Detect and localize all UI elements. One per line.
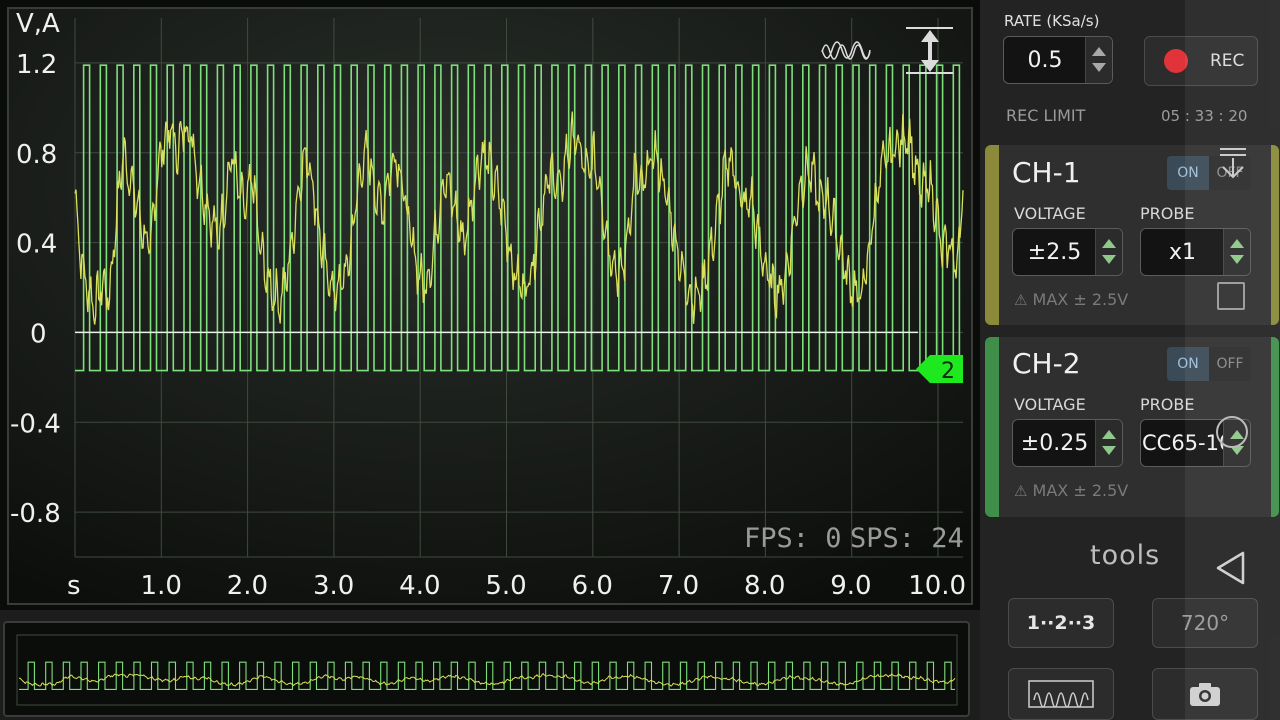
channel-2-voltage-arrows[interactable] — [1095, 420, 1122, 466]
rate-label: RATE (KSa/s) — [1004, 12, 1100, 30]
x-tick-label: 6.0 — [572, 571, 613, 601]
rate-stepper-arrows[interactable] — [1085, 37, 1112, 83]
x-tick-label: 9.0 — [830, 571, 871, 601]
channel-1-voltage-value: ±2.5 — [1027, 239, 1082, 265]
rec-label: REC — [1210, 51, 1245, 71]
x-tick-label: 7.0 — [658, 571, 699, 601]
channel-1-on[interactable]: ON — [1167, 156, 1209, 190]
warning-icon: ⚠ — [1014, 291, 1028, 309]
y-tick-label: -0.4 — [10, 409, 61, 439]
record-icon — [1164, 49, 1188, 73]
x-axis-unit: s — [67, 571, 81, 601]
channel-1-color-stripe — [985, 145, 999, 325]
y-tick-label: 0 — [30, 319, 47, 349]
channel-1-probe-arrows[interactable] — [1223, 229, 1250, 275]
channel-2-voltage-spinner[interactable]: ±0.25 — [1012, 419, 1123, 467]
screenshot-button[interactable] — [1152, 668, 1258, 720]
y-tick-label: 1.2 — [16, 50, 57, 80]
x-tick-label: 4.0 — [399, 571, 440, 601]
x-tick-label: 8.0 — [744, 571, 785, 601]
x-tick-label: 1.0 — [141, 571, 182, 601]
channel-1-voltage-spinner[interactable]: ±2.5 — [1012, 228, 1123, 276]
rec-limit-label: REC LIMIT — [1006, 106, 1086, 125]
y-tick-label: -0.8 — [10, 499, 61, 529]
overview-strip[interactable] — [3, 621, 970, 717]
channel-1-voltage-arrows[interactable] — [1095, 229, 1122, 275]
channel-1-max: ⚠ MAX ± 2.5V — [1014, 290, 1129, 309]
square-wave-icon — [1028, 680, 1094, 708]
x-tick-label: 5.0 — [485, 571, 526, 601]
rate-value: 0.5 — [1027, 47, 1063, 73]
plot-frame — [7, 7, 973, 605]
channel-2-voltage-label: VOLTAGE — [1014, 395, 1086, 414]
back-triangle-icon[interactable] — [1215, 551, 1247, 585]
sps-readout: SPS: 24 — [850, 523, 964, 554]
circle-icon[interactable] — [1216, 416, 1248, 448]
collapse-panel-icon[interactable] — [1218, 146, 1248, 180]
channel-2-off[interactable]: OFF — [1209, 347, 1251, 381]
rate-spinner[interactable]: 0.5 — [1003, 36, 1113, 84]
channel-2-probe-label: PROBE — [1140, 395, 1195, 414]
rec-limit-value[interactable]: 05 : 33 : 20 — [1161, 107, 1247, 125]
channel-2-on-off-toggle[interactable]: ON OFF — [1167, 347, 1251, 381]
y-tick-label: 0.4 — [16, 230, 57, 260]
overview-channel-2-trace — [19, 661, 955, 690]
channel-1-voltage-label: VOLTAGE — [1014, 204, 1086, 223]
rotate-720-button[interactable]: 720° — [1152, 598, 1258, 648]
channel-1-probe-value: x1 — [1168, 239, 1197, 265]
waveform-mode-button[interactable] — [1008, 668, 1114, 720]
y-tick-label: 0.8 — [16, 140, 57, 170]
tools-label: tools — [1090, 540, 1161, 571]
channel-2-probe-value: CC65-10 — [1142, 431, 1224, 455]
svg-text:2: 2 — [941, 359, 955, 384]
warning-icon: ⚠ — [1014, 482, 1028, 500]
x-tick-label: 2.0 — [227, 571, 268, 601]
y-axis-unit: V,A — [16, 9, 60, 39]
rec-button[interactable]: REC — [1144, 36, 1258, 86]
channel-2-on[interactable]: ON — [1167, 347, 1209, 381]
channel-1-probe-spinner[interactable]: x1 — [1140, 228, 1251, 276]
camera-icon — [1190, 683, 1220, 706]
channel-1-probe-label: PROBE — [1140, 204, 1195, 223]
channel-2-color-stripe — [985, 337, 999, 517]
channel-1-title: CH-1 — [1012, 156, 1081, 189]
channel-2-voltage-value: ±0.25 — [1020, 430, 1089, 456]
scope-display[interactable]: 1.2 0.8 0.4 0 -0.4 -0.8 1.0 2.0 3.0 4.0 5.0 6.0 7.0… — [0, 0, 980, 610]
channel-2-title: CH-2 — [1012, 347, 1081, 380]
scope-plot[interactable]: 1.2 0.8 0.4 0 -0.4 -0.8 1.0 2.0 3.0 4.0 5.0 6.0 7.0… — [0, 0, 980, 610]
channel-2-max: ⚠ MAX ± 2.5V — [1014, 481, 1129, 500]
fps-readout: FPS: 0 — [744, 523, 842, 554]
channel-1-checkbox[interactable] — [1217, 282, 1245, 310]
measure-123-button[interactable]: 1··2··3 — [1008, 598, 1114, 648]
x-tick-label: 3.0 — [313, 571, 354, 601]
x-tick-label: 10.0 — [908, 571, 966, 601]
